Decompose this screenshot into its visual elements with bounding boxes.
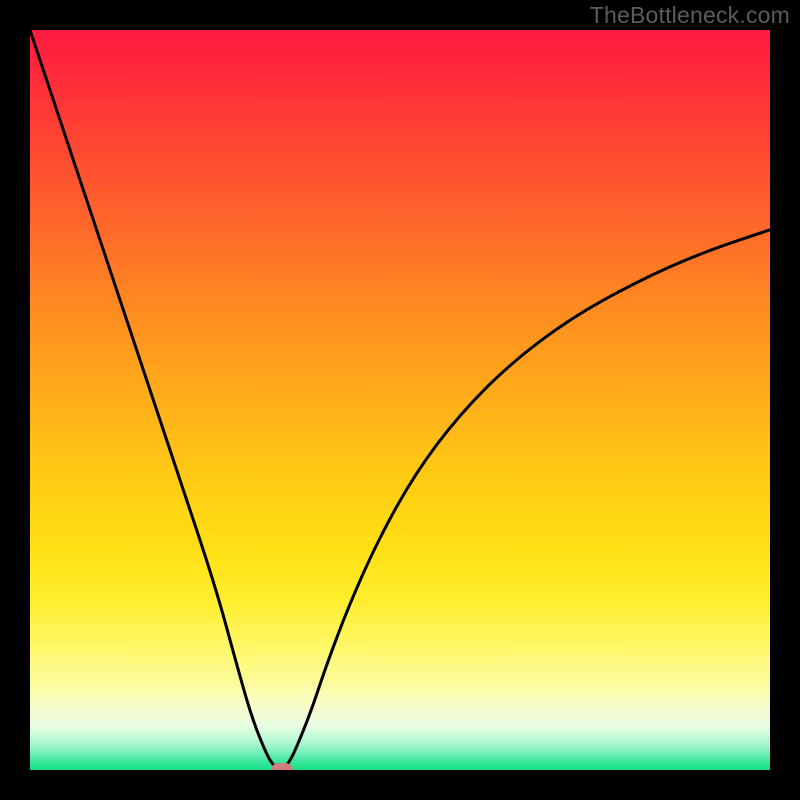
plot-area bbox=[30, 30, 770, 770]
watermark-text: TheBottleneck.com bbox=[590, 2, 790, 29]
optimal-point-marker bbox=[271, 763, 293, 770]
bottleneck-curve bbox=[30, 30, 770, 769]
chart-frame: TheBottleneck.com bbox=[0, 0, 800, 800]
curve-svg bbox=[30, 30, 770, 770]
